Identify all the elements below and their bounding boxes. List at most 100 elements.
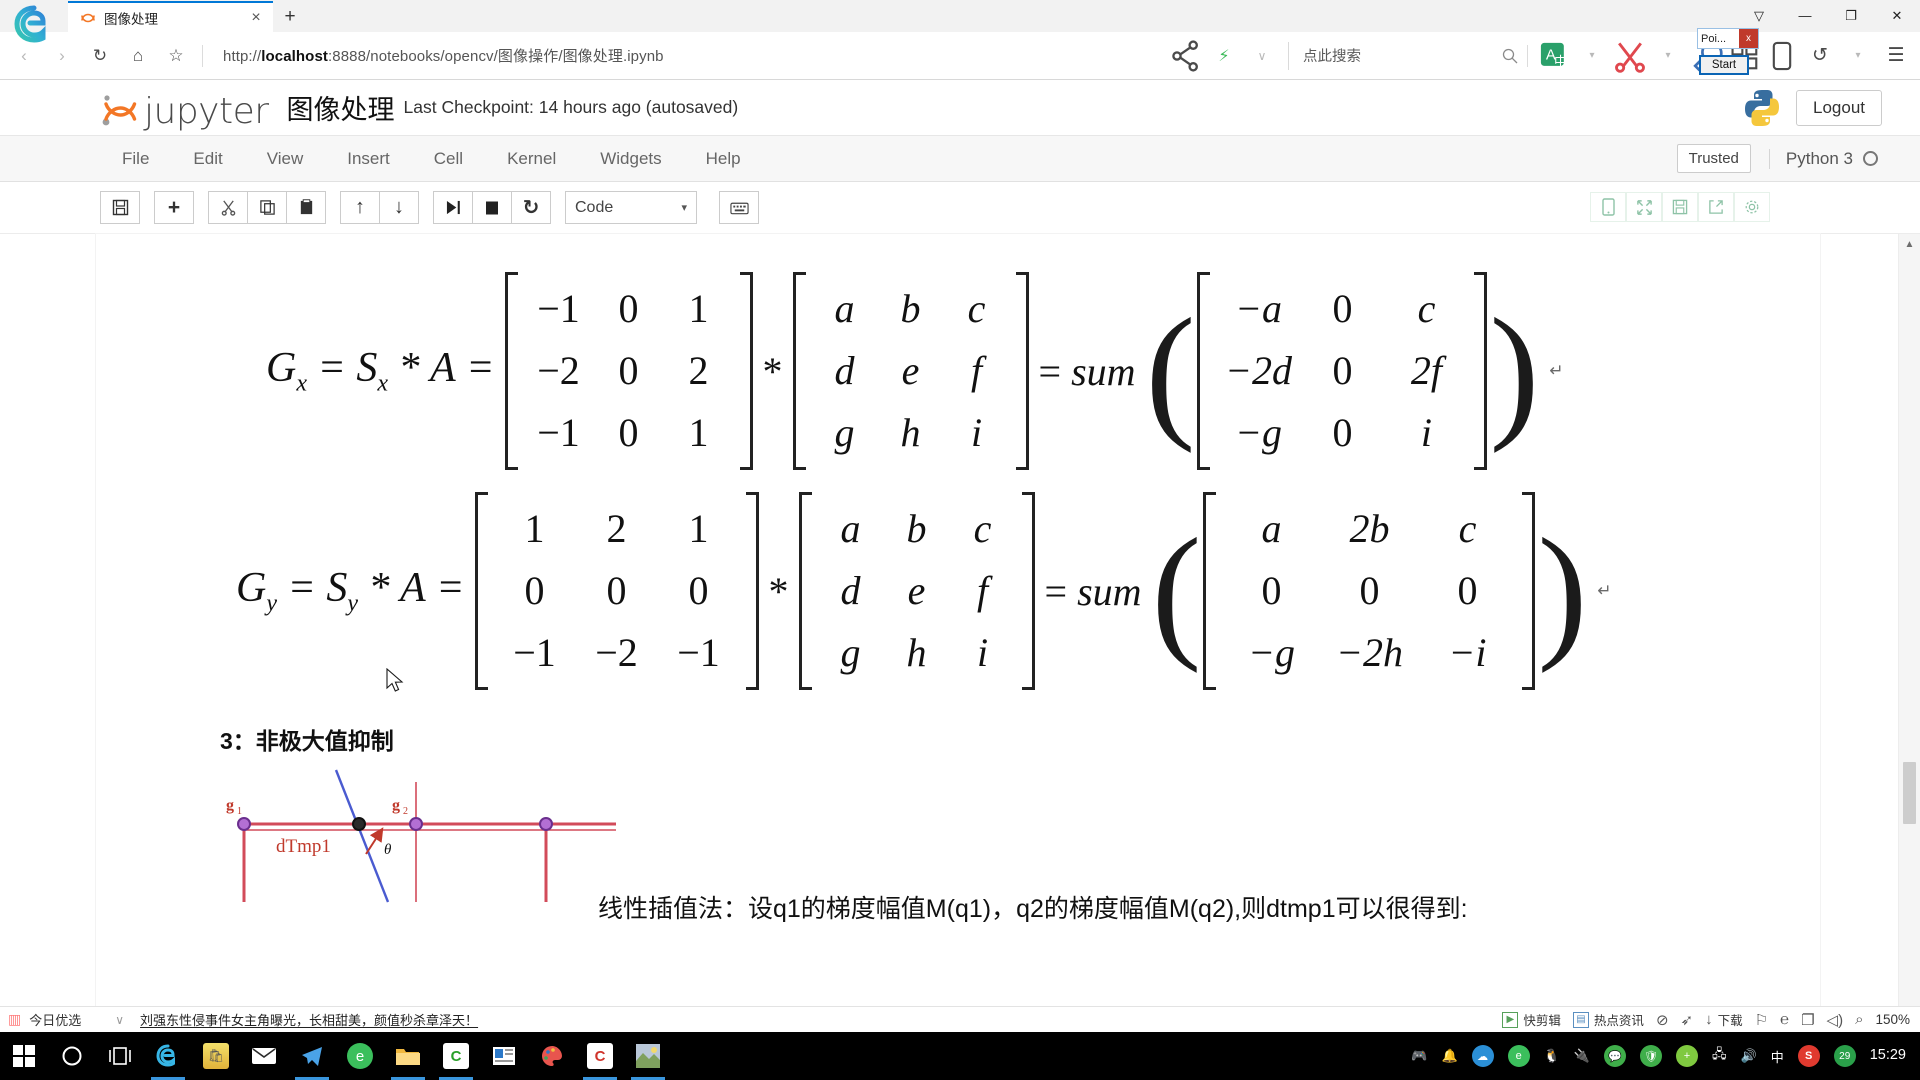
address-bar[interactable]: http://localhost:8888/notebooks/opencv/图… (211, 45, 1011, 66)
tray-360-icon[interactable]: e (1507, 1045, 1530, 1067)
close-button[interactable]: ✕ (1874, 0, 1920, 31)
browser-search[interactable]: 点此搜索 (1288, 41, 1519, 70)
insert-cell-button[interactable]: + (154, 191, 194, 224)
menu-insert[interactable]: Insert (325, 136, 412, 182)
tray-bell-icon[interactable]: 🔔 (1441, 1048, 1457, 1064)
window-icon[interactable]: ❐ (1801, 1011, 1814, 1029)
jupyter-logo[interactable]: jupyter (100, 86, 269, 130)
restart-kernel-button[interactable]: ↻ (511, 191, 551, 224)
tray-qq-icon[interactable]: 🐧 (1544, 1048, 1560, 1064)
flash-icon[interactable]: ⚡ (1206, 38, 1242, 74)
news-headline-link[interactable]: 刘强东性侵事件女主角曝光，长相甜美，颜值秒杀章泽天！ (140, 1010, 478, 1029)
tray-plus-icon[interactable]: + (1676, 1045, 1698, 1067)
tray-usb-icon[interactable]: 🔌 (1574, 1048, 1590, 1064)
tray-volume-icon[interactable]: 🔊 (1741, 1048, 1757, 1064)
fullscreen-icon[interactable] (1626, 192, 1662, 222)
taskbar-app-paint[interactable] (528, 1032, 576, 1080)
tray-notification-count[interactable]: 29 (1833, 1045, 1856, 1067)
start-menu-icon[interactable] (0, 1032, 48, 1080)
save-alt-icon[interactable] (1662, 192, 1698, 222)
notebook-name[interactable]: 图像处理 (287, 88, 395, 127)
command-palette-button[interactable] (719, 191, 759, 224)
translate-extension-icon[interactable]: A 中 (1536, 38, 1572, 74)
settings-gear-icon[interactable] (1734, 192, 1770, 222)
menu-edit[interactable]: Edit (171, 136, 244, 182)
menu-help[interactable]: Help (684, 136, 763, 182)
edge-mini-icon[interactable]: ℮ (1780, 1011, 1789, 1028)
restore-button[interactable]: ❐ (1828, 0, 1874, 31)
taskbar-app-360-browser[interactable]: e (336, 1032, 384, 1080)
trusted-badge[interactable]: Trusted (1676, 144, 1751, 173)
copy-button[interactable] (247, 191, 287, 224)
new-tab-button[interactable]: + (273, 1, 307, 32)
tray-ime-indicator[interactable]: 中 (1771, 1047, 1784, 1066)
history-back-icon[interactable]: ↺ (1802, 38, 1838, 74)
interrupt-kernel-button[interactable] (472, 191, 512, 224)
taskbar-app-clion[interactable]: C (576, 1032, 624, 1080)
poi-close-icon[interactable]: x (1739, 29, 1758, 48)
taskbar-app-explorer[interactable] (384, 1032, 432, 1080)
move-cell-down-button[interactable]: ↓ (379, 191, 419, 224)
vertical-scrollbar[interactable]: ▲ ▼ (1898, 234, 1920, 1032)
menu-kernel[interactable]: Kernel (485, 136, 578, 182)
taskbar-app-news[interactable] (480, 1032, 528, 1080)
cortana-icon[interactable] (48, 1032, 96, 1080)
browser-tab[interactable]: 图像处理 × (68, 1, 273, 32)
rocket-icon[interactable]: ➶ (1681, 1011, 1694, 1029)
tablet-view-icon[interactable] (1590, 192, 1626, 222)
tray-cloud-icon[interactable]: ☁ (1471, 1045, 1494, 1067)
poi-floating-widget[interactable]: Poi... x (1697, 28, 1759, 49)
taskbar-app-jupyter[interactable] (624, 1032, 672, 1080)
favorite-star-icon[interactable]: ☆ (158, 38, 194, 74)
chevron-down-icon[interactable]: ▾ (1650, 38, 1686, 74)
taskbar-app-wechat-pc[interactable]: C (432, 1032, 480, 1080)
taskbar-app-mail[interactable] (240, 1032, 288, 1080)
scrollbar-thumb[interactable] (1903, 762, 1916, 824)
zoom-search-icon[interactable]: ⌕ (1855, 1011, 1863, 1028)
chevron-down-icon[interactable]: ∨ (115, 1013, 124, 1027)
menu-cell[interactable]: Cell (412, 136, 485, 182)
tab-close-icon[interactable]: × (247, 9, 265, 26)
taskbar-app-edge[interactable] (144, 1032, 192, 1080)
clip-tool[interactable]: ▶ 快剪辑 (1502, 1010, 1561, 1029)
flag-icon[interactable]: ⚐ (1755, 1011, 1768, 1029)
shield-icon[interactable]: ⊘ (1656, 1011, 1669, 1029)
share-icon[interactable] (1168, 38, 1204, 74)
tray-network-icon[interactable]: 🖧 (1712, 1045, 1727, 1067)
paste-button[interactable] (286, 191, 326, 224)
cut-button[interactable] (208, 191, 248, 224)
menu-file[interactable]: File (100, 136, 171, 182)
gift-icon[interactable]: ▥ (8, 1011, 21, 1028)
zoom-level[interactable]: 150% (1875, 1012, 1910, 1027)
chevron-down-icon[interactable]: ▾ (1574, 38, 1610, 74)
search-input[interactable]: 点此搜索 (1303, 45, 1493, 66)
tray-sogou-icon[interactable]: S (1797, 1045, 1820, 1067)
scroll-up-arrow-icon[interactable]: ▲ (1899, 234, 1920, 254)
start-button[interactable]: Start (1699, 55, 1749, 75)
menu-view[interactable]: View (245, 136, 326, 182)
cell-type-select[interactable]: Code ▾ (565, 191, 697, 224)
download-tool[interactable]: ↓ 下载 (1705, 1010, 1743, 1029)
share-out-icon[interactable] (1698, 192, 1734, 222)
task-view-icon[interactable] (96, 1032, 144, 1080)
move-cell-up-button[interactable]: ↑ (340, 191, 380, 224)
reading-view-icon[interactable] (1764, 38, 1800, 74)
taskbar-clock[interactable]: 15:29 (1870, 1047, 1906, 1064)
refresh-icon[interactable]: ↻ (82, 38, 118, 74)
taskbar-app-store[interactable]: 🛍 (192, 1032, 240, 1080)
hot-news-tool[interactable]: ▤ 热点资讯 (1572, 1010, 1644, 1029)
home-icon[interactable]: ⌂ (120, 38, 156, 74)
tray-shield-icon[interactable]: 🛡 (1640, 1045, 1662, 1067)
sound-icon[interactable]: ◁) (1827, 1011, 1844, 1029)
search-icon[interactable] (1501, 47, 1519, 65)
save-button[interactable] (100, 191, 140, 224)
notes-icon[interactable]: ▽ (1736, 0, 1782, 31)
settings-menu-icon[interactable]: ☰ (1878, 38, 1914, 74)
chevron-down-icon[interactable]: ∨ (1244, 38, 1280, 74)
scissors-extension-icon[interactable] (1612, 38, 1648, 74)
chevron-down-icon[interactable]: ▾ (1840, 38, 1876, 74)
daily-deals-label[interactable]: 今日优选 (29, 1010, 81, 1029)
minimize-button[interactable]: — (1782, 0, 1828, 31)
tray-wechat-icon[interactable]: 💬 (1604, 1045, 1626, 1067)
kernel-indicator[interactable]: Python 3 (1768, 148, 1878, 169)
